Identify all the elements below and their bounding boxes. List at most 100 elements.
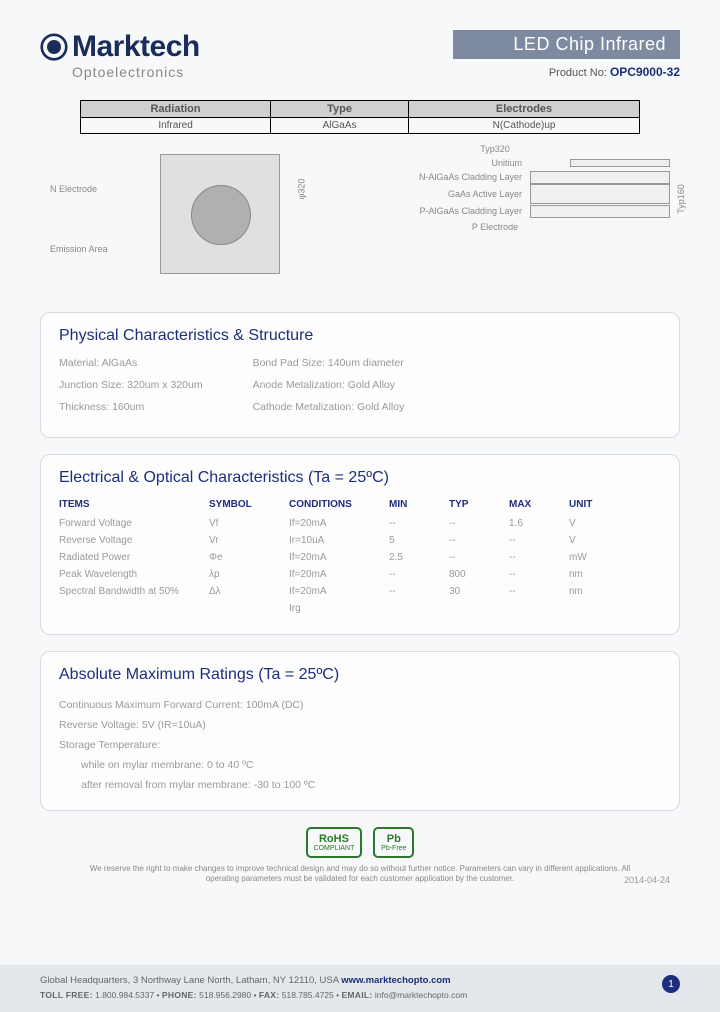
phys-r0: Bond Pad Size: 140um diameter (253, 357, 405, 369)
absolute-list: Continuous Maximum Forward Current: 100m… (59, 696, 661, 796)
footer-contact-line: TOLL FREE: 1.800.984.5337 • PHONE: 518.9… (40, 990, 680, 1000)
eo-cell: V (569, 518, 619, 529)
layer-bar-3 (530, 205, 670, 218)
abs-i1: after removal from mylar membrane: -30 t… (59, 776, 661, 796)
eo-cell: -- (389, 518, 449, 529)
h-max: MAX (509, 499, 569, 510)
physical-panel: Physical Characteristics & Structure Mat… (40, 312, 680, 438)
footer-address-line: Global Headquarters, 3 Northway Lane Nor… (40, 975, 680, 986)
eo-cell: nm (569, 569, 619, 580)
h-min: MIN (389, 499, 449, 510)
eo-cell: λp (209, 569, 289, 580)
eo-row: Spectral Bandwidth at 50%ΔλIf=20mA--30--… (59, 586, 661, 597)
footer: Global Headquarters, 3 Northway Lane Nor… (0, 965, 720, 1012)
dim-typ160: Typ160 (676, 184, 686, 214)
email-label: EMAIL: (341, 990, 372, 1000)
fax-label: FAX: (259, 990, 280, 1000)
eo-cell: If=20mA (289, 552, 389, 563)
emission-circle (191, 185, 251, 245)
compliance-badges: RoHS COMPLIANT Pb Pb-Free (40, 827, 680, 858)
eo-cell: -- (509, 586, 569, 597)
absolute-title: Absolute Maximum Ratings (Ta = 25ºC) (59, 666, 661, 684)
eo-cell: -- (449, 518, 509, 529)
td-radiation: Infrared (81, 118, 271, 134)
eo-cell: Vr (209, 535, 289, 546)
phone: 518.956.2980 • (197, 990, 259, 1000)
eo-cell: mW (569, 552, 619, 563)
phys-l0: Material: AlGaAs (59, 357, 203, 369)
logo-icon (40, 33, 68, 61)
eo-cell: -- (509, 552, 569, 563)
eo-cell: -- (389, 586, 449, 597)
label-n-electrode: N Electrode (50, 184, 97, 194)
document-title: LED Chip Infrared (453, 30, 680, 59)
abs-2: Storage Temperature: (59, 736, 661, 756)
layer-0: Unitium (390, 156, 530, 170)
abs-1: Reverse Voltage: 5V (IR=10uA) (59, 716, 661, 736)
eo-cell: 5 (389, 535, 449, 546)
logo: Marktech (40, 30, 200, 64)
classification-table: Radiation Type Electrodes Infrared AlGaA… (80, 100, 640, 134)
tollfree: 1.800.984.5337 • (93, 990, 162, 1000)
eo-cell: Δλ (209, 586, 289, 597)
eo-cell: -- (509, 535, 569, 546)
physical-title: Physical Characteristics & Structure (59, 327, 661, 345)
layer-3: P-AlGaAs Cladding Layer (390, 204, 530, 218)
product-number: OPC9000-32 (610, 65, 680, 79)
eo-cell: -- (449, 535, 509, 546)
physical-col-right: Bond Pad Size: 140um diameter Anode Meta… (253, 357, 405, 423)
chip-top-view: N Electrode Emission Area φ320 (50, 144, 290, 294)
label-p-electrode: P Electrode (320, 222, 670, 232)
disclaimer-text: We reserve the right to make changes to … (90, 864, 630, 883)
tollfree-label: TOLL FREE: (40, 990, 93, 1000)
document-date: 2014-04-24 (624, 875, 670, 887)
title-block: LED Chip Infrared Product No: OPC9000-32 (453, 30, 680, 79)
eo-cell: Peak Wavelength (59, 569, 209, 580)
eo-header-row: ITEMS SYMBOL CONDITIONS MIN TYP MAX UNIT (59, 499, 661, 510)
eo-row: Reverse VoltageVrIr=10uA5----V (59, 535, 661, 546)
eo-cell: Radiated Power (59, 552, 209, 563)
eo-row: Peak WavelengthλpIf=20mA--800--nm (59, 569, 661, 580)
dim-typ320: Typ320 (320, 144, 670, 154)
pb-sub: Pb-Free (381, 845, 406, 852)
abs-i0: while on mylar membrane: 0 to 40 ºC (59, 756, 661, 776)
phys-r2: Cathode Metalization: Gold Alloy (253, 401, 405, 413)
brand-subtitle: Optoelectronics (72, 64, 200, 80)
eo-cell: 30 (449, 586, 509, 597)
td-electrodes: N(Cathode)up (409, 118, 640, 134)
header: Marktech Optoelectronics LED Chip Infrar… (40, 30, 680, 80)
layer-1: N-AlGaAs Cladding Layer (390, 170, 530, 184)
h-conditions: CONDITIONS (289, 499, 389, 510)
electrical-title: Electrical & Optical Characteristics (Ta… (59, 469, 661, 487)
eo-cell: Forward Voltage (59, 518, 209, 529)
phone-label: PHONE: (162, 990, 197, 1000)
th-electrodes: Electrodes (409, 101, 640, 118)
dim-phi320: φ320 (297, 179, 307, 200)
physical-col-left: Material: AlGaAs Junction Size: 320um x … (59, 357, 203, 423)
electrical-panel: Electrical & Optical Characteristics (Ta… (40, 454, 680, 635)
h-unit: UNIT (569, 499, 619, 510)
layer-bar-1 (530, 171, 670, 184)
h-typ: TYP (449, 499, 509, 510)
rohs-sub: COMPLIANT (314, 845, 355, 852)
eo-cell: -- (509, 569, 569, 580)
phys-l2: Thickness: 160um (59, 401, 203, 413)
chip-cross-section: Typ320 Unitium N-AlGaAs Cladding Layer G… (320, 144, 670, 294)
eo-cell: 800 (449, 569, 509, 580)
eo-cell: Spectral Bandwidth at 50% (59, 586, 209, 597)
brand-name: Marktech (72, 30, 200, 64)
eo-cell: If=20mA (289, 586, 389, 597)
eo-cell: Reverse Voltage (59, 535, 209, 546)
eo-trailing: Irg (289, 603, 389, 614)
eo-cell: nm (569, 586, 619, 597)
abs-0: Continuous Maximum Forward Current: 100m… (59, 696, 661, 716)
disclaimer-block: We reserve the right to make changes to … (76, 864, 644, 885)
email: info@marktechopto.com (373, 990, 468, 1000)
diagram-row: N Electrode Emission Area φ320 Typ320 Un… (40, 144, 680, 294)
eo-row: Radiated PowerΦeIf=20mA2.5----mW (59, 552, 661, 563)
logo-block: Marktech Optoelectronics (40, 30, 200, 80)
product-label: Product No: (549, 67, 610, 79)
product-line: Product No: OPC9000-32 (453, 65, 680, 79)
label-emission-area: Emission Area (50, 244, 108, 254)
rohs-badge: RoHS COMPLIANT (306, 827, 363, 858)
